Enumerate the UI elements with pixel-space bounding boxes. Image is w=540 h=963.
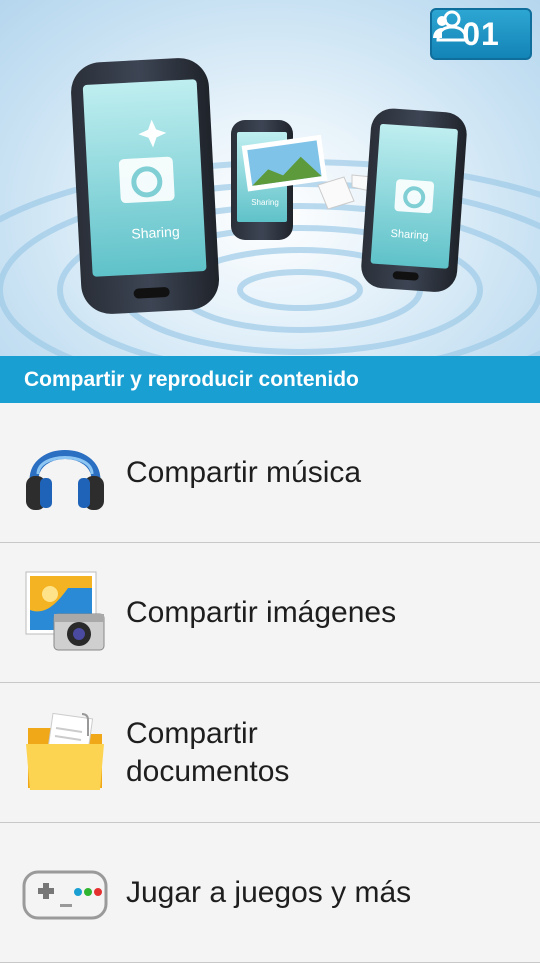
share-options-list: Compartir música Compartir imágenes Comp… [0,403,540,963]
hero-banner: Sharing Sharing Sharing 01 [0,0,540,356]
play-games-label: Jugar a juegos y más [126,875,412,909]
section-title: Compartir y reproducir contenido [0,356,540,403]
list-item-share-documents[interactable]: Compartir documentos [0,683,540,823]
folder-icon [26,712,104,790]
gamepad-icon [22,870,108,919]
phone-center: Sharing [231,120,328,240]
list-item-share-images[interactable]: Compartir imágenes [0,543,540,683]
headphones-icon [26,449,104,510]
people-icon [433,10,468,42]
share-documents-label: Compartir documentos [126,716,290,788]
svg-text:Sharing: Sharing [251,198,279,207]
list-item-share-music[interactable]: Compartir música [0,403,540,543]
phone-left: Sharing [71,58,220,314]
svg-text:Sharing: Sharing [131,223,180,242]
picture-camera-icon [25,571,105,650]
connected-devices-counter[interactable]: 01 [430,8,532,60]
list-item-play-games[interactable]: Jugar a juegos y más [0,823,540,963]
share-images-label: Compartir imágenes [126,595,397,629]
phone-right: Sharing [361,108,467,292]
share-music-label: Compartir música [126,455,362,489]
